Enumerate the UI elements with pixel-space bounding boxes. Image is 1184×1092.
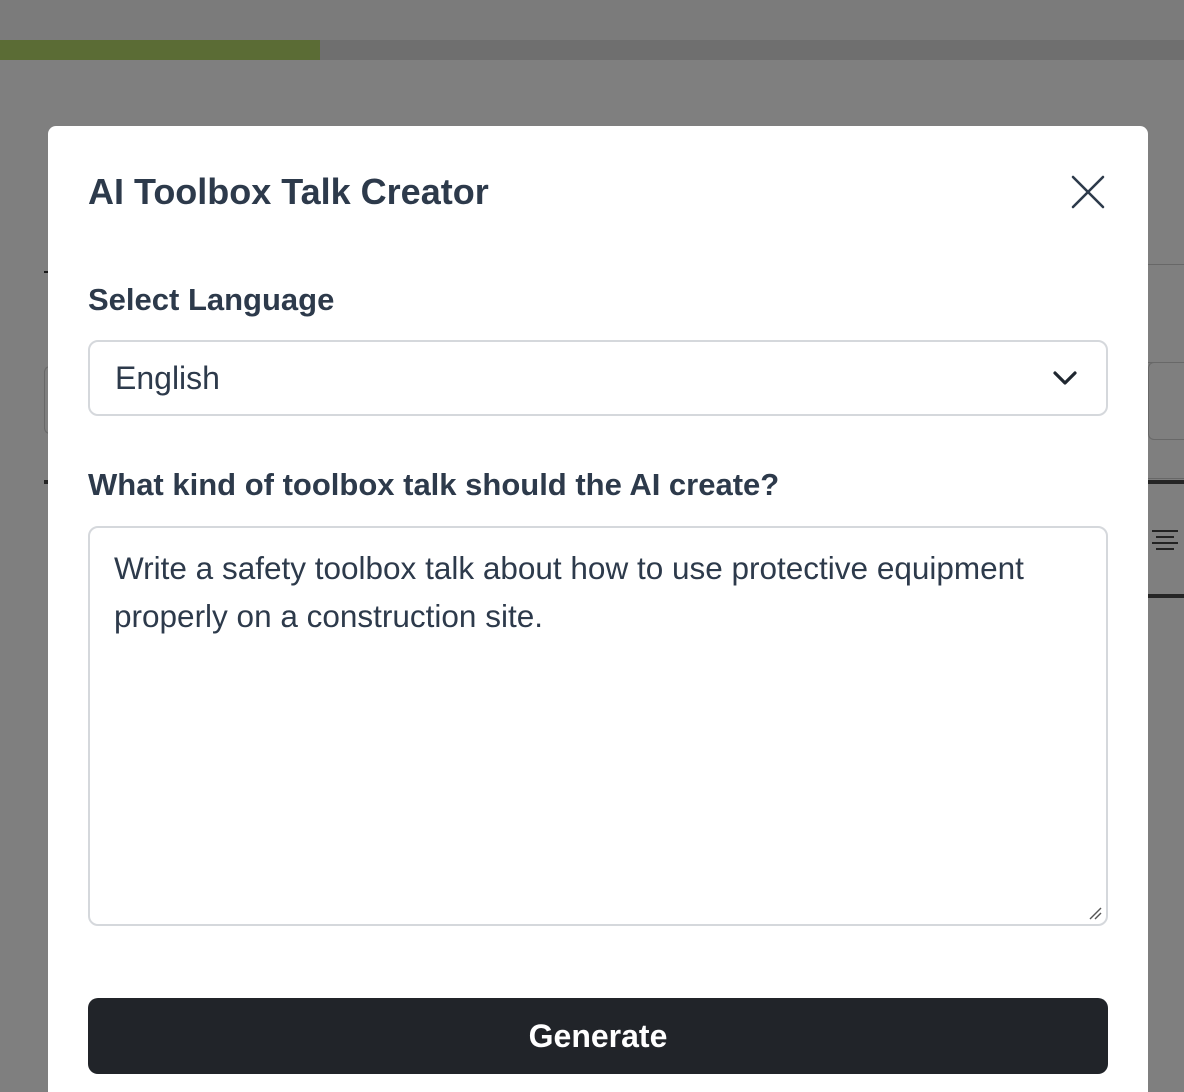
prompt-textarea[interactable]: Write a safety toolbox talk about how to… xyxy=(88,526,1108,926)
close-icon xyxy=(1071,175,1105,209)
dialog-title: AI Toolbox Talk Creator xyxy=(88,171,489,212)
close-button[interactable] xyxy=(1068,172,1108,212)
language-select[interactable]: English xyxy=(88,340,1108,416)
generate-button[interactable]: Generate xyxy=(88,998,1108,1074)
language-select-value: English xyxy=(115,360,220,396)
prompt-label: What kind of toolbox talk should the AI … xyxy=(88,467,780,502)
ai-toolbox-talk-dialog: AI Toolbox Talk Creator Select Language … xyxy=(48,126,1148,1092)
resize-handle-icon[interactable] xyxy=(1088,906,1102,920)
chevron-down-icon xyxy=(1053,371,1077,385)
viewport: AI Toolbox Talk Creator Select Language … xyxy=(0,0,1184,1092)
prompt-textarea-value[interactable]: Write a safety toolbox talk about how to… xyxy=(114,544,1076,640)
language-label: Select Language xyxy=(88,282,335,317)
